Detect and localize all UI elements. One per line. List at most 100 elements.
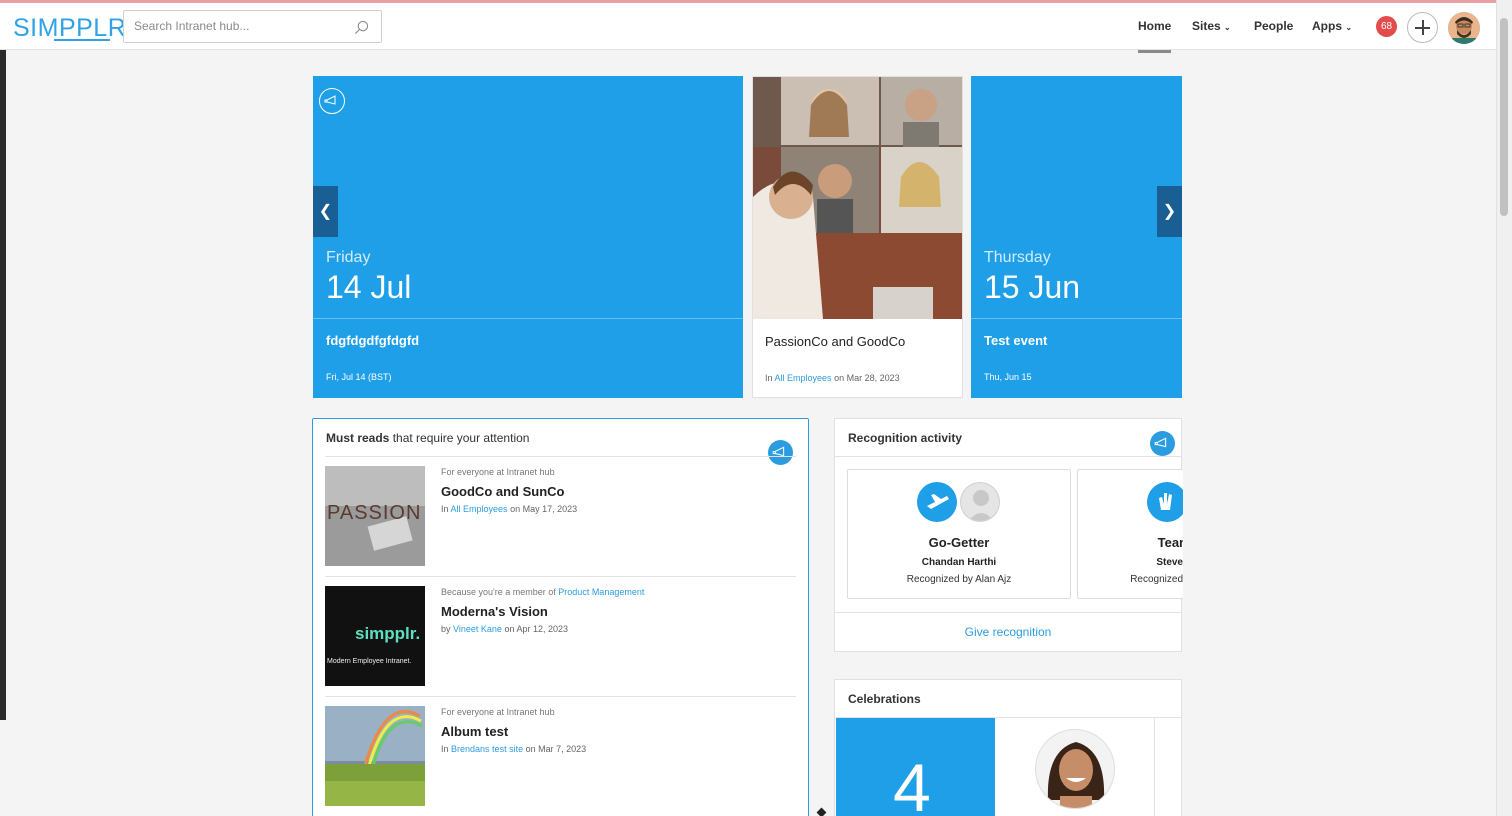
thumb-text: simpplr.	[355, 624, 421, 643]
event-date: 15 Jun	[984, 269, 1081, 305]
meta-prefix: by	[441, 624, 451, 634]
must-read-context: Because you're a member of Product Manag…	[441, 587, 644, 597]
search-box[interactable]	[123, 10, 382, 43]
must-read-thumbnail[interactable]: simpplr. Modern Employee Intranet.	[325, 586, 425, 686]
megaphone-icon	[1150, 431, 1175, 456]
event-card-1[interactable]: Friday 14 Jul fdgfdgdfgfdgfd Fri, Jul 14…	[313, 76, 743, 398]
rainbow-image	[325, 706, 425, 806]
top-header: SIMPPLR Home Sites ⌄ People Apps ⌄ 68	[0, 3, 1496, 53]
must-read-title[interactable]: Album test	[441, 724, 508, 739]
must-read-thumbnail[interactable]: PASSION	[325, 466, 425, 566]
recognition-recipient: Steve	[1156, 557, 1183, 568]
content-title[interactable]: PassionCo and GoodCo	[765, 334, 905, 349]
scrollbar-thumb[interactable]	[1500, 18, 1508, 216]
author-link[interactable]: Vineet Kane	[453, 624, 502, 634]
nav-apps-label: Apps	[1312, 19, 1342, 33]
user-avatar[interactable]	[1448, 12, 1480, 44]
content-meta: In All Employees on Mar 28, 2023	[765, 373, 900, 383]
notification-badge[interactable]: 68	[1376, 16, 1397, 37]
nav-active-indicator	[1138, 50, 1171, 53]
left-window-edge	[0, 50, 6, 720]
recognition-card[interactable]: Go-Getter Chandan Harthi Recognized by A…	[847, 469, 1071, 599]
meta-date: on Apr 12, 2023	[504, 624, 568, 634]
logo-underline	[54, 39, 110, 41]
give-recognition-button[interactable]: Give recognition	[835, 625, 1181, 639]
site-link[interactable]: Brendans test site	[451, 744, 523, 754]
separator	[325, 576, 796, 577]
event-day: Friday	[326, 249, 371, 266]
clapping-hands-badge-icon	[1147, 482, 1183, 522]
search-input[interactable]	[134, 19, 354, 33]
nav-sites-label: Sites	[1192, 19, 1221, 33]
must-read-title[interactable]: GoodCo and SunCo	[441, 484, 564, 499]
must-read-thumbnail[interactable]	[325, 706, 425, 806]
card-divider	[971, 318, 1182, 319]
recognition-award: Tean	[1157, 535, 1183, 550]
separator	[835, 456, 1181, 457]
page-scrollbar[interactable]	[1496, 0, 1512, 816]
must-reads-subtitle: that require your attention	[392, 431, 530, 445]
nav-people[interactable]: People	[1254, 19, 1293, 33]
megaphone-icon	[319, 88, 345, 114]
context-text: Because you're a member of	[441, 587, 556, 597]
chevron-down-icon: ⌄	[1345, 23, 1353, 32]
user-avatar-image	[1448, 12, 1480, 44]
must-read-meta: by Vineet Kane on Apr 12, 2023	[441, 624, 568, 634]
chevron-left-icon: ❮	[318, 203, 333, 220]
meta-date: on Mar 7, 2023	[525, 744, 587, 754]
must-read-title[interactable]: Moderna's Vision	[441, 604, 548, 619]
mouse-cursor-icon	[816, 807, 827, 816]
must-reads-bold: Must reads	[326, 431, 390, 445]
nav-home[interactable]: Home	[1138, 19, 1171, 33]
site-link[interactable]: All Employees	[451, 504, 508, 514]
site-link[interactable]: All Employees	[775, 373, 832, 383]
must-reads-panel: Must reads that require your attention P…	[312, 418, 809, 816]
meta-prefix: In	[765, 373, 773, 383]
event-title[interactable]: Test event	[984, 333, 1047, 348]
must-read-meta: In Brendans test site on Mar 7, 2023	[441, 744, 586, 754]
nav-apps[interactable]: Apps ⌄	[1312, 19, 1352, 33]
celebration-person-card[interactable]	[995, 718, 1155, 816]
must-reads-heading: Must reads that require your attention	[326, 431, 529, 445]
chevron-right-icon: ❯	[1162, 203, 1177, 220]
meta-date: on May 17, 2023	[510, 504, 578, 514]
event-card-3[interactable]: Thursday 15 Jun Test event Thu, Jun 15 ❯	[971, 76, 1182, 398]
recognition-heading: Recognition activity	[848, 431, 963, 445]
carousel-next-button[interactable]: ❯	[1157, 186, 1182, 237]
meta-prefix: In	[441, 744, 449, 754]
celebration-day: 4	[893, 750, 931, 816]
create-button[interactable]	[1407, 12, 1438, 43]
celebrations-panel: Celebrations 4	[834, 679, 1182, 816]
event-meta: Fri, Jul 14 (BST)	[326, 372, 392, 382]
separator	[325, 456, 796, 457]
meta-date: on Mar 28, 2023	[834, 373, 900, 383]
context-link[interactable]: Product Management	[558, 587, 644, 597]
recognition-card[interactable]: Tean Steve Recognized	[1077, 469, 1183, 599]
recognition-award: Go-Getter	[928, 535, 990, 550]
carousel-prev-button[interactable]: ❮	[313, 186, 338, 237]
must-read-meta: In All Employees on May 17, 2023	[441, 504, 577, 514]
recognition-recipient: Chandan Harthi	[921, 557, 997, 568]
recognition-giver: Recognized	[1130, 574, 1183, 585]
recognition-panel: Recognition activity Go-Getter Chandan H…	[834, 418, 1183, 652]
nav-sites[interactable]: Sites ⌄	[1192, 19, 1231, 33]
event-day: Thursday	[984, 249, 1051, 266]
must-read-context: For everyone at Intranet hub	[441, 467, 555, 477]
content-card-2[interactable]: PassionCo and GoodCo In All Employees on…	[752, 76, 963, 398]
card-divider	[313, 318, 743, 319]
meta-prefix: In	[441, 504, 449, 514]
thumb-subtext: Modern Employee Intranet.	[327, 658, 412, 665]
recognition-giver: Recognized by Alan Ajz	[906, 574, 1012, 585]
airplane-badge-icon	[917, 482, 957, 522]
search-icon[interactable]	[354, 20, 369, 35]
thumb-text: PASSION	[327, 502, 422, 524]
video-call-photo	[753, 77, 962, 319]
megaphone-icon	[768, 440, 793, 465]
celebrations-heading: Celebrations	[848, 692, 921, 706]
must-read-context: For everyone at Intranet hub	[441, 707, 555, 717]
chevron-down-icon: ⌄	[1224, 23, 1231, 32]
separator	[835, 612, 1181, 613]
event-title[interactable]: fdgfdgdfgfdgfd	[326, 333, 419, 348]
celebration-date-tile[interactable]: 4	[836, 718, 995, 816]
avatar-placeholder-icon	[960, 482, 1000, 522]
